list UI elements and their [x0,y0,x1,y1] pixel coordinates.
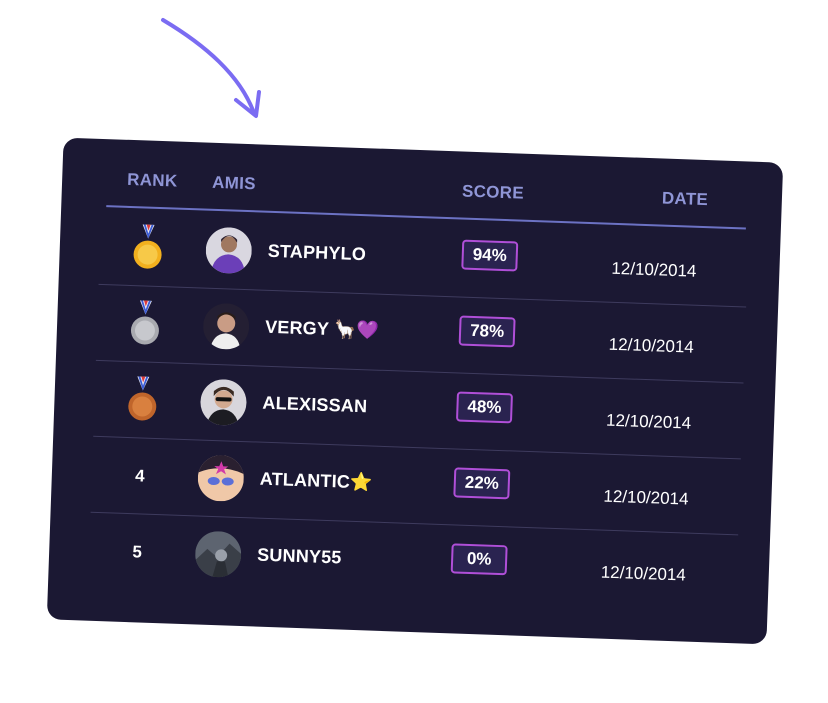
rank-cell [124,376,162,425]
score-badge: 0% [450,543,508,576]
silver-medal-icon [130,300,159,345]
rank-number: 4 [134,466,145,486]
date-cell: 12/10/2014 [605,410,692,433]
header-score: SCORE [461,181,525,203]
rank-cell: 4 [121,452,159,501]
player-name: STAPHYLO [267,240,367,265]
avatar[interactable] [199,378,248,427]
date-cell: 12/10/2014 [611,258,697,281]
score-badge: 78% [458,315,516,348]
player-name: ATLANTIC⭐ [259,468,373,493]
player-name: VERGY 🦙💜 [264,316,380,341]
avatar[interactable] [194,530,242,579]
rank-number: 5 [132,542,143,562]
rank-cell [129,224,167,273]
score-badge: 22% [453,467,511,500]
header-date: DATE [661,188,709,210]
avatar-vergy-icon [202,302,250,351]
avatar-staphylo-icon [205,226,253,275]
date-cell: 12/10/2014 [608,334,695,357]
player-name: ALEXISSAN [262,392,368,417]
avatar[interactable] [197,454,245,503]
avatar-atlantic-icon [197,454,245,503]
leaderboard-card: RANK AMIS SCORE DATE STAPHYLO 94% 12/10/… [46,137,784,645]
avatar[interactable] [202,302,250,351]
header-friends: AMIS [211,172,257,194]
avatar[interactable] [205,226,253,275]
stage: RANK AMIS SCORE DATE STAPHYLO 94% 12/10/… [0,0,828,703]
score-badge: 94% [461,239,519,272]
avatar-alexissan-icon [199,378,248,427]
score-badge: 48% [455,391,513,424]
date-cell: 12/10/2014 [600,562,687,585]
header-rank: RANK [126,169,178,191]
date-cell: 12/10/2014 [603,486,689,509]
rank-cell: 5 [118,528,156,577]
rank-cell [126,300,164,349]
avatar-sunny55-icon [194,530,242,579]
gold-medal-icon [133,224,162,269]
bronze-medal-icon [128,376,157,421]
player-name: SUNNY55 [256,544,342,568]
